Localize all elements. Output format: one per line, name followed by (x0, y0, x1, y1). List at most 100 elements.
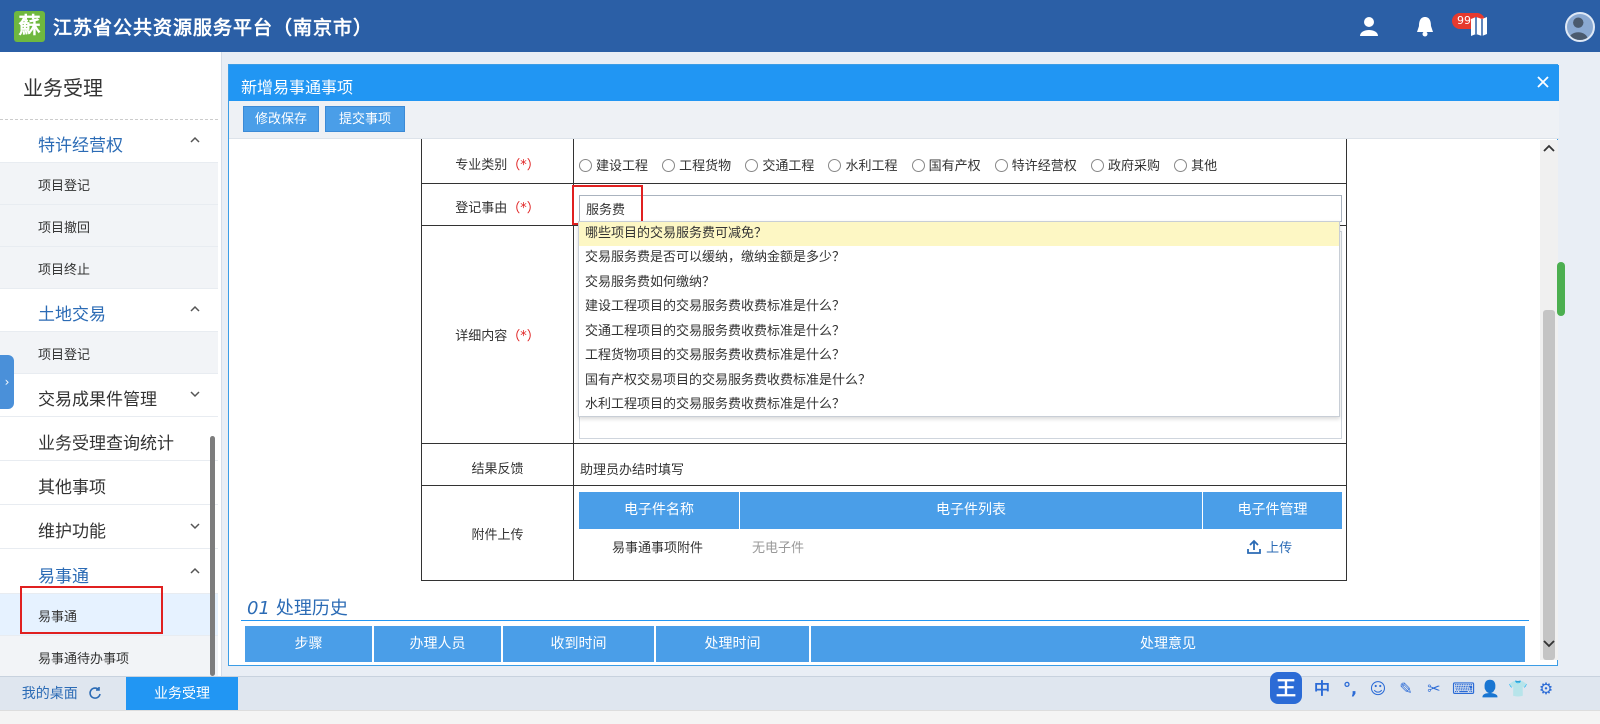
ime-chinese-icon[interactable]: 中 (1312, 679, 1332, 699)
emoji-icon[interactable]: ☺ (1368, 679, 1388, 699)
side-drag-handle[interactable] (1557, 262, 1565, 316)
form-row-divider (422, 485, 1346, 486)
detail-label-text: 详细内容 (455, 329, 508, 344)
radio-label: 其他 (1191, 159, 1218, 174)
ime-punctuation-icon[interactable]: °, (1340, 679, 1360, 699)
upload-label: 上传 (1266, 541, 1293, 556)
required-mark: （*） (507, 201, 540, 216)
sidebar-item-franchise-terminate[interactable]: 项目终止 (0, 247, 218, 289)
radio-traffic[interactable]: 交通工程 (745, 155, 814, 174)
person-icon[interactable]: 👤 (1480, 679, 1500, 699)
radio-circle[interactable] (1090, 159, 1104, 172)
avatar-person-icon (1568, 17, 1588, 40)
suggestion-item[interactable]: 哪些项目的交易服务费可减免？ (579, 222, 1339, 246)
avatar[interactable] (1565, 12, 1595, 42)
top-header: 蘇 江苏省公共资源服务平台（南京市） 99+ (0, 0, 1600, 52)
attachment-label: 附件上传 (471, 528, 524, 543)
history-title: 01 处理历史 (247, 594, 348, 620)
sidebar-title: 业务受理 (23, 76, 103, 100)
suggestion-item[interactable]: 交通工程项目的交易服务费收费标准是什么？ (579, 320, 1339, 344)
sidebar: 业务受理 特许经营权 项目登记 项目撤回 项目终止 土地交易 项目登记 交易成果… (0, 52, 222, 692)
sidebar-item-label: 项目终止 (38, 263, 91, 278)
radio-state-property[interactable]: 国有产权 (911, 155, 981, 174)
sidebar-section-other[interactable]: 其他事项 (0, 461, 218, 505)
radio-franchise[interactable]: 特许经营权 (994, 155, 1077, 174)
bell-icon[interactable] (1412, 13, 1438, 39)
radio-circle[interactable] (911, 159, 925, 172)
sidebar-section-label: 特许经营权 (38, 136, 123, 156)
sidebar-section-label: 交易成果件管理 (38, 390, 157, 410)
attachment-header-name: 电子件名称 (579, 492, 739, 529)
sidebar-section-results[interactable]: 交易成果件管理 (0, 373, 218, 417)
radio-other[interactable]: 其他 (1174, 155, 1217, 174)
save-button[interactable]: 修改保存 (243, 106, 319, 132)
scroll-up-icon[interactable] (1540, 140, 1558, 156)
radio-circle[interactable] (662, 159, 676, 172)
scroll-down-icon[interactable] (1540, 636, 1558, 652)
ime-logo-icon[interactable]: 王 (1270, 672, 1302, 704)
close-icon[interactable] (1535, 74, 1551, 90)
suggestion-item[interactable]: 交易服务费是否可以缓纳，缴纳金额是多少？ (579, 246, 1339, 270)
sidebar-section-label: 其他事项 (38, 478, 106, 498)
attachment-header-list: 电子件列表 (740, 492, 1202, 529)
radio-circle[interactable] (579, 159, 592, 172)
scissors-icon[interactable]: ✂ (1424, 679, 1444, 699)
chevron-up-icon (190, 567, 200, 574)
radio-circle[interactable] (994, 159, 1008, 172)
history-header-opinion: 处理意见 (811, 626, 1525, 662)
tab-my-desktop[interactable]: 我的桌面 (0, 677, 124, 711)
sidebar-scrollbar[interactable] (210, 436, 215, 676)
sidebar-section-statistics[interactable]: 业务受理查询统计 (0, 417, 218, 461)
suggestion-item[interactable]: 建设工程项目的交易服务费收费标准是什么？ (579, 295, 1339, 319)
suggestion-item[interactable]: 国有产权交易项目的交易服务费收费标准是什么？ (579, 369, 1339, 393)
app-title: 江苏省公共资源服务平台（南京市） (53, 17, 374, 39)
pen-icon[interactable]: ✎ (1396, 679, 1416, 699)
upload-button[interactable]: 上传 (1246, 539, 1292, 559)
sidebar-toggle-tab[interactable]: › (0, 355, 14, 409)
sidebar-section-label: 易事通 (38, 567, 89, 587)
required-mark: （*） (507, 158, 540, 173)
result-label: 结果反馈 (471, 462, 524, 477)
sidebar-section-franchise[interactable]: 特许经营权 (0, 119, 218, 163)
form-row-divider (422, 183, 1346, 184)
sidebar-item-franchise-register[interactable]: 项目登记 (0, 163, 218, 205)
chevron-down-icon (190, 391, 200, 398)
radio-water[interactable]: 水利工程 (828, 155, 897, 174)
sidebar-section-land[interactable]: 土地交易 (0, 288, 218, 332)
refresh-icon[interactable] (88, 686, 102, 700)
keyboard-icon[interactable]: ⌨ (1452, 679, 1475, 699)
sidebar-section-maintenance[interactable]: 维护功能 (0, 505, 218, 549)
attachment-header-manage: 电子件管理 (1203, 492, 1342, 529)
modal-header: 新增易事通事项 (229, 65, 1559, 101)
radio-procurement[interactable]: 政府采购 (1090, 155, 1160, 174)
suggestion-item[interactable]: 工程货物项目的交易服务费收费标准是什么？ (579, 344, 1339, 368)
ime-toolbar: 王 中 °, ☺ ✎ ✂ ⌨ 👤 👕 ⚙ (1270, 672, 1570, 708)
gear-icon[interactable]: ⚙ (1536, 679, 1556, 699)
radio-circle[interactable] (828, 159, 842, 172)
history-header-step: 步骤 (245, 626, 373, 662)
radio-goods[interactable]: 工程货物 (662, 155, 731, 174)
sidebar-section-label: 业务受理查询统计 (38, 434, 174, 454)
radio-construction[interactable]: 建设工程 (579, 155, 648, 174)
tab-business[interactable]: 业务受理 (126, 677, 238, 711)
sidebar-item-franchise-withdraw[interactable]: 项目撤回 (0, 205, 218, 247)
shirt-icon[interactable]: 👕 (1508, 679, 1528, 699)
radio-circle[interactable] (745, 159, 759, 172)
sidebar-item-land-register[interactable]: 项目登记 (0, 332, 218, 374)
map-icon[interactable] (1466, 13, 1492, 39)
user-icon[interactable] (1356, 13, 1382, 39)
attachment-list-empty: 无电子件 (752, 541, 805, 556)
modal-scrollbar[interactable] (1540, 140, 1558, 660)
radio-circle[interactable] (1174, 159, 1188, 172)
reason-input[interactable] (579, 195, 1342, 222)
suggestion-item[interactable]: 水利工程项目的交易服务费收费标准是什么？ (579, 393, 1339, 417)
sidebar-item-yishitong-todo[interactable]: 易事通待办事项 (0, 636, 218, 678)
modal-title: 新增易事通事项 (241, 78, 354, 97)
radio-label: 工程货物 (679, 159, 732, 174)
submit-button[interactable]: 提交事项 (325, 106, 405, 132)
sidebar-section-label: 土地交易 (38, 305, 106, 325)
required-mark: （*） (507, 329, 540, 344)
suggestion-item[interactable]: 交易服务费如何缴纳？ (579, 271, 1339, 295)
chevron-down-icon (190, 523, 200, 530)
scrollbar-thumb[interactable] (1543, 310, 1555, 660)
